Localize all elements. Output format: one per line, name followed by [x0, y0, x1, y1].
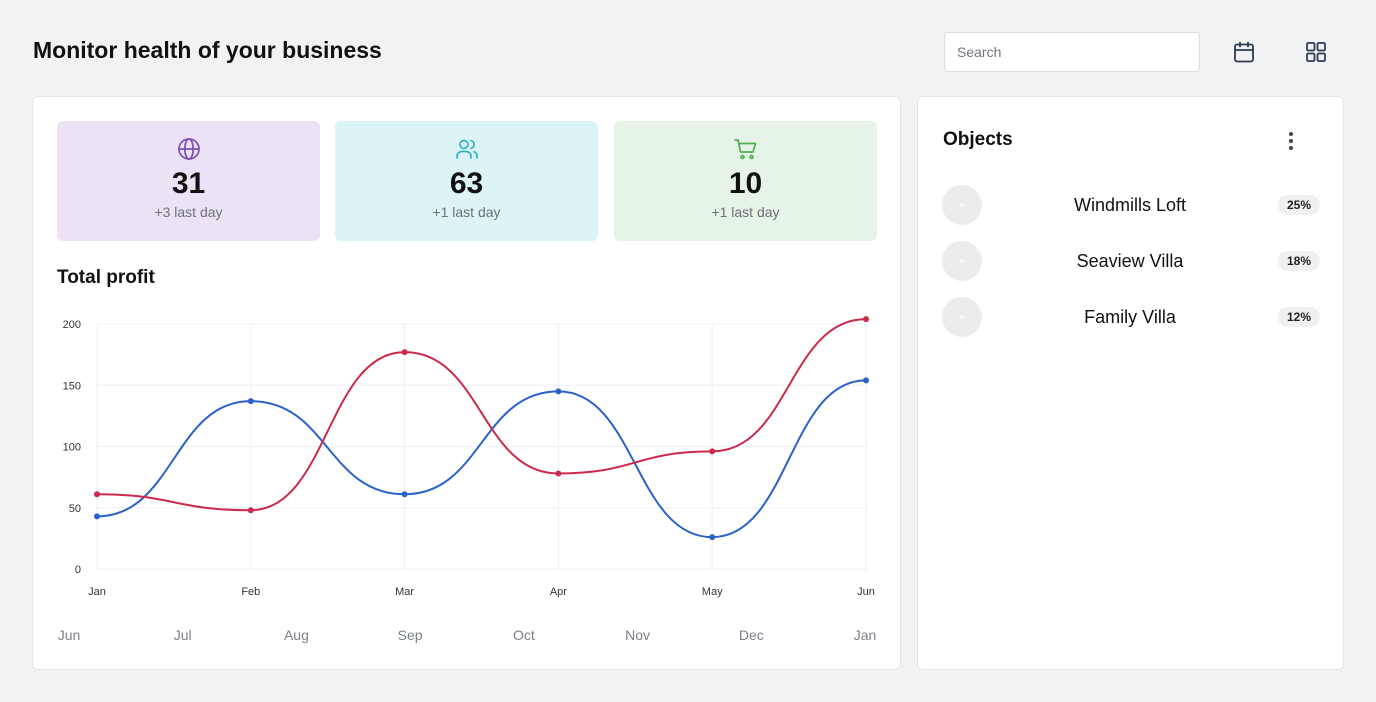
y-tick-label: 150 [63, 380, 81, 392]
overview-card: 31 +3 last day 63 +1 last day 10 +1 last… [32, 96, 901, 670]
secondary-x-label: Aug [284, 627, 309, 643]
calendar-icon [1234, 41, 1254, 63]
series-line-1 [96, 318, 867, 512]
percent-badge: 25% [1277, 195, 1320, 215]
data-point [863, 316, 869, 323]
object-name: Family Villa [1084, 306, 1176, 327]
stat-value: 10 [728, 167, 763, 200]
y-tick-label: 200 [63, 319, 81, 331]
stat-value: 63 [449, 167, 484, 200]
more-vertical-icon [1289, 132, 1293, 136]
objects-card: Objects Windmills Loft 25% Seaview Villa… [917, 96, 1344, 670]
percent-badge: 18% [1277, 251, 1320, 271]
secondary-x-label: Dec [739, 627, 764, 643]
grid-view-button[interactable] [1302, 38, 1330, 66]
stat-change: +3 last day [154, 204, 223, 220]
y-tick-label: 50 [69, 503, 81, 515]
data-point [555, 388, 562, 395]
secondary-x-label: Nov [625, 627, 650, 643]
object-row[interactable]: Family Villa 12% [942, 297, 1320, 337]
x-tick-label: Mar [395, 586, 414, 598]
stat-change: +1 last day [711, 204, 780, 220]
page-title: Monitor health of your business [33, 37, 382, 63]
data-point [94, 513, 100, 520]
search-input[interactable] [944, 32, 1200, 72]
data-point [247, 398, 254, 405]
avatar [942, 241, 982, 281]
y-tick-label: 100 [63, 442, 81, 454]
stat-card-users: 63 +1 last day [335, 121, 598, 241]
cart-icon [733, 135, 759, 163]
data-point [709, 534, 716, 541]
data-point [247, 507, 254, 514]
stat-card-orders: 10 +1 last day [614, 121, 877, 241]
object-row[interactable]: Windmills Loft 25% [942, 185, 1320, 225]
objects-title: Objects [943, 129, 1013, 150]
secondary-x-label: Sep [398, 627, 423, 643]
object-row[interactable]: Seaview Villa 18% [942, 241, 1320, 281]
stat-card-visitors: 31 +3 last day [57, 121, 320, 241]
users-icon [455, 135, 479, 163]
chart-title: Total profit [57, 267, 155, 288]
secondary-x-label: Oct [513, 627, 535, 643]
x-tick-label: Apr [550, 586, 567, 598]
avatar [942, 297, 982, 337]
series-line-0 [96, 379, 867, 539]
object-name: Windmills Loft [1073, 194, 1186, 215]
x-tick-label: Jan [88, 586, 106, 598]
data-point [94, 491, 100, 498]
data-point [709, 448, 716, 455]
secondary-x-label: Jul [174, 627, 192, 643]
more-options-button[interactable] [1280, 129, 1302, 153]
data-point [863, 377, 869, 384]
grid-icon [1306, 42, 1326, 62]
secondary-x-label: Jun [58, 627, 81, 643]
x-tick-label: May [702, 586, 723, 598]
data-point [401, 491, 408, 498]
stat-value: 31 [171, 167, 206, 200]
x-tick-label: Feb [241, 586, 260, 598]
profit-chart: 0 50 100 150 200 Jan Feb Mar Apr May Jun Jun Jul Aug S… [58, 316, 877, 643]
y-tick-label: 0 [75, 564, 81, 576]
data-point [401, 349, 408, 356]
avatar [942, 185, 982, 225]
secondary-x-label: Jan [854, 627, 877, 643]
stat-change: +1 last day [432, 204, 501, 220]
data-point [555, 470, 562, 477]
x-tick-label: Jun [857, 586, 875, 598]
object-name: Seaview Villa [1076, 250, 1184, 271]
calendar-button[interactable] [1230, 38, 1258, 66]
percent-badge: 12% [1277, 307, 1320, 327]
globe-icon [177, 135, 201, 163]
